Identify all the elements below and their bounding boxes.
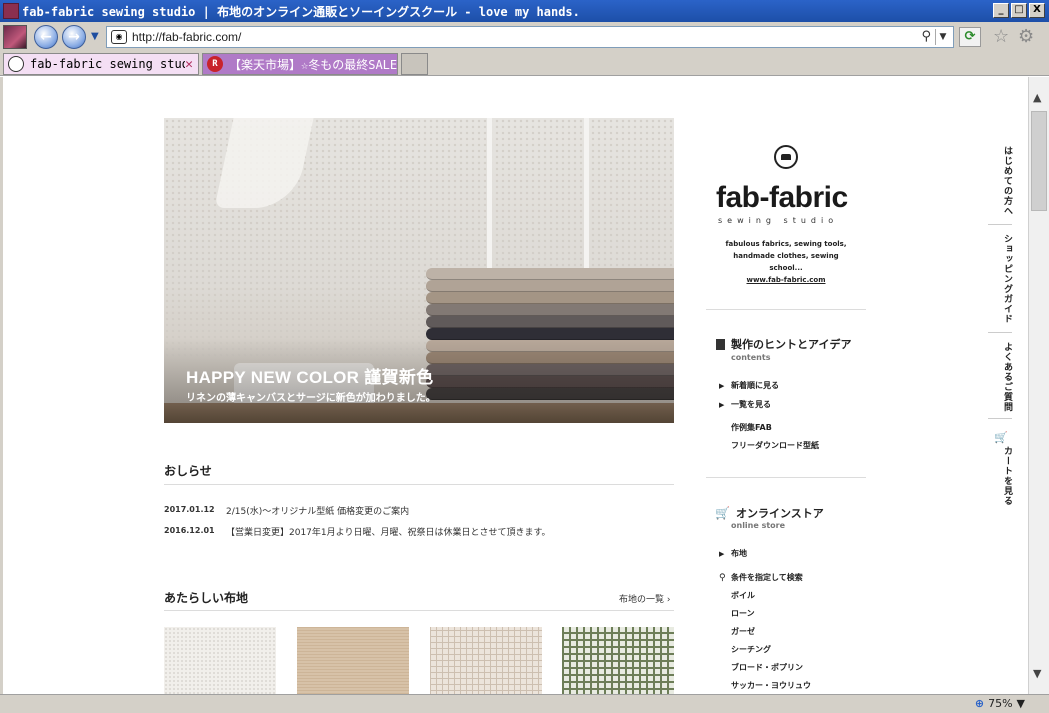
close-window-button[interactable]: X: [1029, 3, 1045, 18]
divider: [706, 477, 866, 478]
sidebar-item-voile[interactable]: ボイル: [731, 590, 755, 601]
site-url-link[interactable]: www.fab-fabric.com: [747, 276, 826, 284]
app-icon: [3, 3, 19, 19]
sidebar-item-search[interactable]: ⚲ 条件を指定して検索: [719, 572, 803, 583]
tab-fab-fabric[interactable]: fab-fabric sewing studio | ... ✕: [3, 53, 199, 75]
news-item[interactable]: 2016.12.01 【営業日変更】2017年1月より日曜、月曜、祝祭日は休業日…: [164, 525, 551, 538]
nav-beginners[interactable]: はじめての方へ: [988, 146, 1014, 218]
history-dropdown-icon[interactable]: ▼: [91, 31, 99, 42]
chevron-right-icon: ▶: [719, 382, 725, 390]
tab-label: 【楽天市場】☆冬もの最終SALE...: [229, 57, 397, 72]
news-text[interactable]: 【営業日変更】2017年1月より日曜、月曜、祝祭日は休業日とさせて頂きます。: [226, 525, 551, 538]
search-icon[interactable]: ⚲: [921, 29, 931, 44]
sidebar-item-sheeting[interactable]: シーチング: [731, 644, 771, 655]
fabric-swatch[interactable]: [297, 627, 409, 697]
news-heading: おしらせ: [164, 464, 212, 478]
back-button[interactable]: ←: [34, 25, 58, 49]
hero-banner[interactable]: HAPPY NEW COLOR 謹賀新色 リネンの薄キャンバスとサージに新色が加…: [164, 118, 674, 423]
new-fabrics-heading: あたらしい布地: [164, 591, 249, 605]
fabric-swatch[interactable]: [430, 627, 542, 697]
tab-rakuten[interactable]: R 【楽天市場】☆冬もの最終SALE...: [202, 53, 398, 75]
hero-title: HAPPY NEW COLOR 謹賀新色: [186, 368, 434, 387]
sidebar-item-free-pattern[interactable]: フリーダウンロード型紙: [731, 440, 819, 451]
scroll-down-icon[interactable]: ▼: [1033, 667, 1041, 680]
sewing-machine-logo-icon[interactable]: [774, 145, 798, 169]
cart-icon[interactable]: 🛒: [994, 431, 1008, 444]
navigation-bar: ← → ▼ ◉ http://fab-fabric.com/ ⚲ ▼ ⟳ ☆ ⚙: [0, 22, 1049, 52]
close-tab-icon[interactable]: ✕: [185, 57, 193, 72]
fabric-swatch[interactable]: [164, 627, 276, 697]
chevron-right-icon: ▶: [719, 550, 725, 558]
refresh-icon[interactable]: ⟳: [959, 27, 981, 47]
site-favicon-icon: ◉: [111, 30, 127, 44]
chevron-right-icon: ▶: [719, 401, 725, 409]
zoom-level: 75%: [988, 697, 1013, 710]
news-date: 2016.12.01: [164, 526, 215, 535]
sidebar-item-list[interactable]: ▶ 一覧を見る: [719, 399, 771, 410]
contents-title: 製作のヒントとアイデア: [731, 338, 852, 351]
sidebar-item-broadcloth[interactable]: ブロード・ポプリン: [731, 662, 803, 673]
sidebar-item-fab[interactable]: 作例集FAB: [731, 422, 772, 433]
divider: [988, 224, 1012, 225]
address-dropdown-icon[interactable]: ▼: [935, 29, 950, 45]
address-bar[interactable]: ◉ http://fab-fabric.com/ ⚲ ▼: [106, 26, 954, 48]
zoom-icon: ⊕: [974, 697, 985, 710]
document-icon: [716, 338, 725, 350]
rakuten-favicon-icon: R: [207, 56, 223, 72]
vertical-scrollbar[interactable]: ▲ ▼: [1028, 77, 1049, 694]
news-date: 2017.01.12: [164, 505, 215, 514]
tab-bar: fab-fabric sewing studio | ... ✕ R 【楽天市場…: [0, 52, 1049, 76]
zoom-control[interactable]: ⊕ 75% ▼: [975, 697, 1025, 710]
store-subtitle: online store: [731, 521, 786, 530]
minimize-button[interactable]: _: [993, 3, 1009, 18]
sidebar-item-fabric[interactable]: ▶ 布地: [719, 548, 747, 559]
address-url[interactable]: http://fab-fabric.com/: [132, 30, 241, 44]
tagline-line: handmade clothes, sewing school...: [733, 252, 839, 272]
divider: [988, 418, 1012, 419]
zoom-dropdown-icon[interactable]: ▼: [1017, 697, 1025, 710]
hero-subtitle: リネンの薄キャンバスとサージに新色が加わりました。: [186, 393, 436, 404]
nav-shopping-guide[interactable]: ショッピングガイド: [988, 234, 1014, 324]
store-heading[interactable]: 🛒 オンラインストア: [715, 505, 824, 521]
nav-view-cart[interactable]: カートを見る: [988, 446, 1014, 510]
cart-icon: 🛒: [715, 506, 730, 520]
fabric-list-link[interactable]: 布地の一覧 ›: [619, 592, 670, 605]
contents-subtitle: contents: [731, 353, 771, 362]
fabric-swatch[interactable]: [562, 627, 674, 697]
news-text[interactable]: 2/15(水)～オリジナル型紙 価格変更のご案内: [226, 504, 409, 517]
window-titlebar: fab-fabric sewing studio | 布地のオンライン通販とソー…: [0, 0, 1049, 22]
nav-faq[interactable]: よくあるご質問: [988, 342, 1014, 412]
tagline: fabulous fabrics, sewing tools, handmade…: [716, 238, 856, 286]
news-item[interactable]: 2017.01.12 2/15(水)～オリジナル型紙 価格変更のご案内: [164, 504, 409, 517]
sidebar-item-seersucker[interactable]: サッカー・ヨウリュウ: [731, 680, 811, 691]
search-icon: ⚲: [719, 573, 726, 583]
gear-icon[interactable]: ⚙: [1018, 26, 1034, 47]
scroll-up-icon[interactable]: ▲: [1033, 91, 1041, 104]
sidebar-item-newest[interactable]: ▶ 新着順に見る: [719, 380, 779, 391]
sidebar-item-gauze[interactable]: ガーゼ: [731, 626, 755, 637]
store-title: オンラインストア: [735, 507, 824, 520]
tab-label: fab-fabric sewing studio | ...: [30, 57, 185, 71]
avatar[interactable]: [3, 25, 27, 49]
window-title: fab-fabric sewing studio | 布地のオンライン通販とソー…: [22, 4, 580, 19]
tagline-line: fabulous fabrics, sewing tools,: [725, 240, 847, 248]
tab-favicon-icon: [8, 56, 24, 72]
status-bar: ⊕ 75% ▼: [0, 694, 1049, 713]
contents-heading[interactable]: 製作のヒントとアイデア: [716, 336, 851, 352]
sidebar-item-lawn[interactable]: ローン: [731, 608, 755, 619]
divider: [164, 610, 674, 611]
divider: [706, 309, 866, 310]
divider: [164, 484, 674, 485]
favorites-star-icon[interactable]: ☆: [993, 26, 1009, 47]
logo-subtitle: sewing studio: [718, 216, 839, 225]
new-tab-button[interactable]: [401, 53, 428, 75]
divider: [988, 332, 1012, 333]
scroll-thumb[interactable]: [1031, 111, 1047, 211]
forward-button[interactable]: →: [62, 25, 86, 49]
site-logo[interactable]: fab-fabric: [716, 181, 848, 215]
maximize-button[interactable]: □: [1011, 3, 1027, 18]
